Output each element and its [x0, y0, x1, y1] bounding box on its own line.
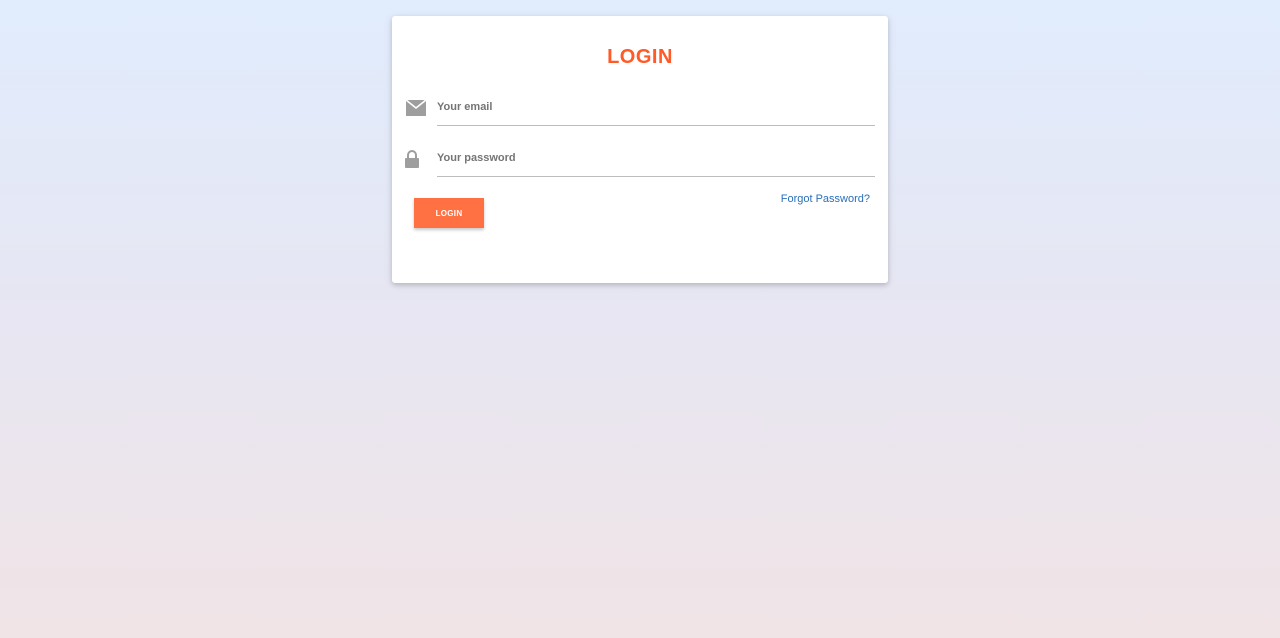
login-button[interactable]: LOGIN: [414, 198, 484, 228]
email-field-row: [404, 98, 876, 134]
password-field-row: [404, 149, 876, 185]
lock-icon: [404, 149, 428, 173]
envelope-icon: [404, 98, 428, 122]
login-title: LOGIN: [607, 46, 673, 68]
email-input[interactable]: [437, 98, 875, 126]
forgot-password-link[interactable]: Forgot Password?: [781, 193, 870, 205]
password-input[interactable]: [437, 149, 875, 177]
login-card: LOGIN LOGIN Forgot Password?: [392, 16, 888, 283]
